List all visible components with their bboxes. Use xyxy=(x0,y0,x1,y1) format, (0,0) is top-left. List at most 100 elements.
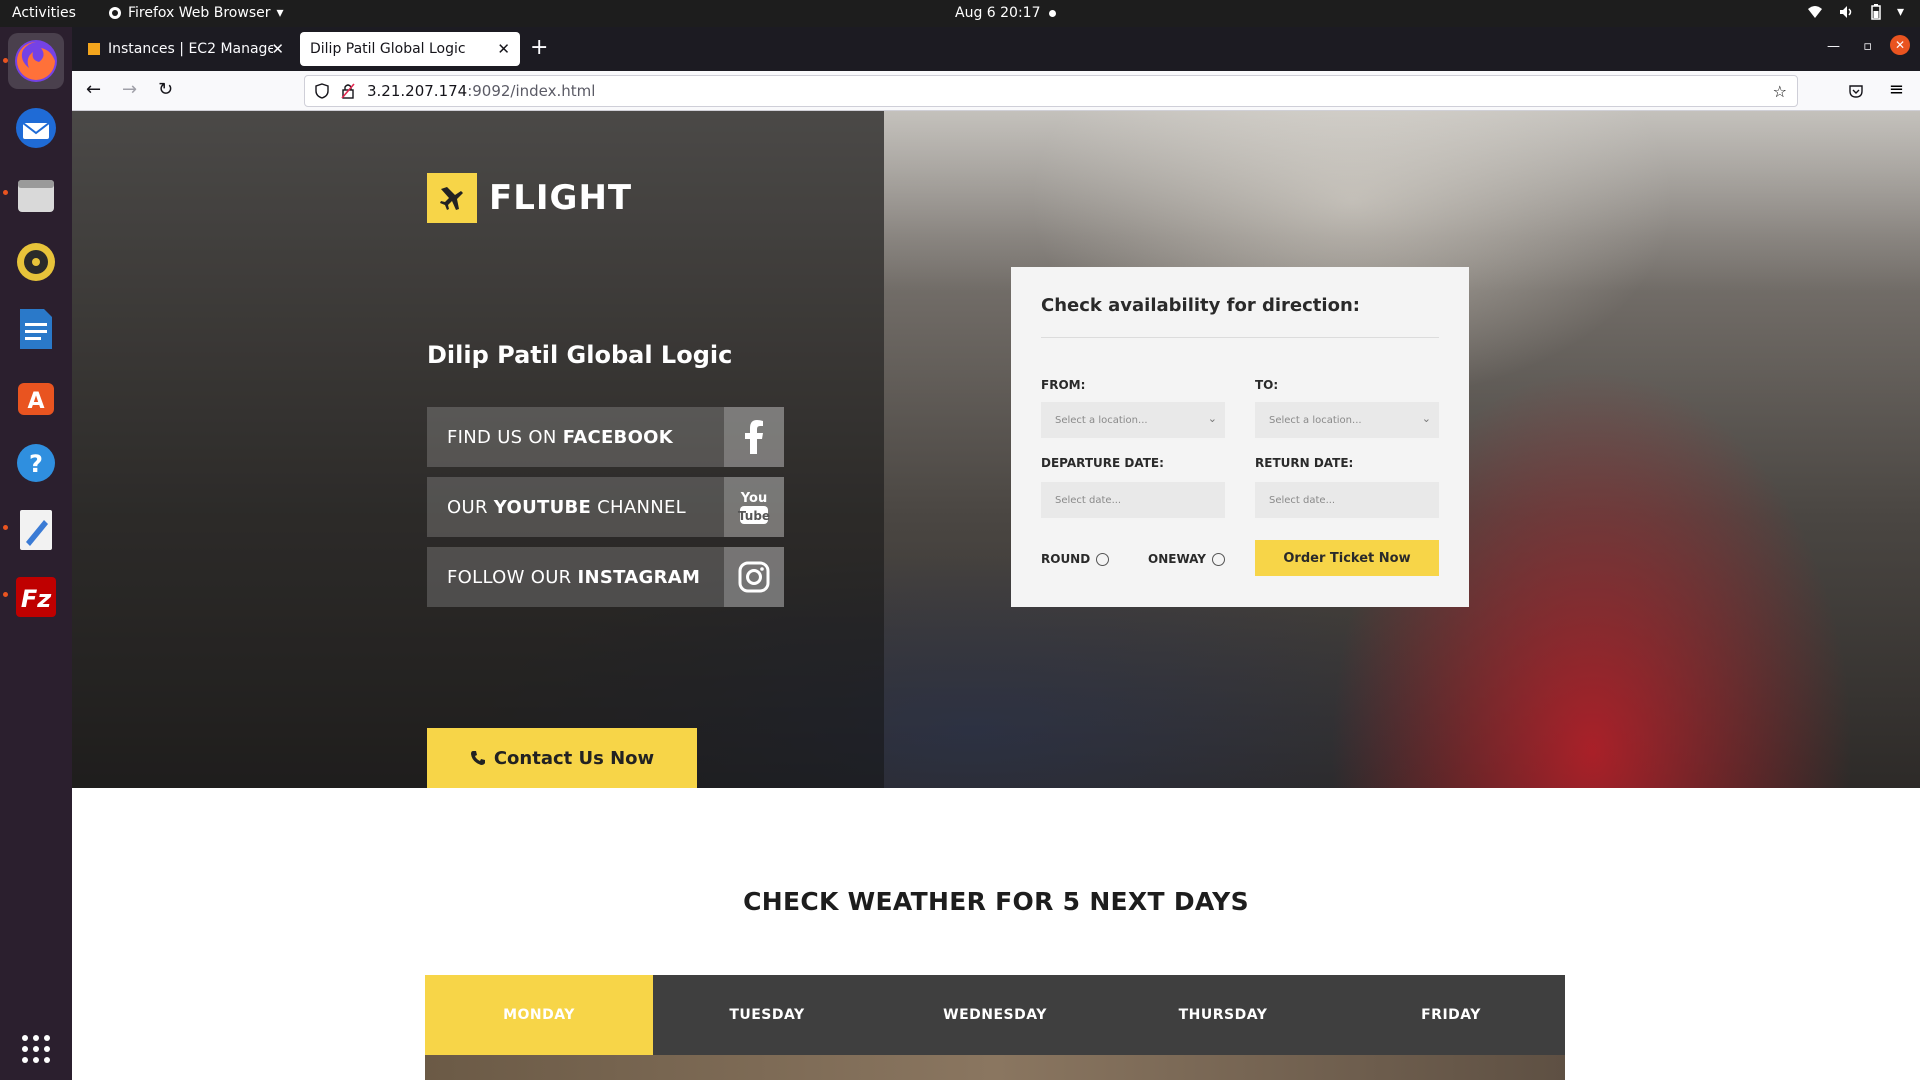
return-date-placeholder: Select date... xyxy=(1269,494,1336,506)
writer-icon xyxy=(20,309,52,349)
contact-us-label: Contact Us Now xyxy=(493,747,655,769)
activities-button[interactable]: Activities xyxy=(12,5,76,21)
chevron-down-icon: ⌄ xyxy=(1207,412,1217,425)
contact-us-button[interactable]: Contact Us Now xyxy=(427,728,697,788)
svg-text:Fz: Fz xyxy=(21,585,52,613)
hamburger-menu-icon[interactable]: ≡ xyxy=(1889,79,1904,100)
return-date-label: RETURN DATE: xyxy=(1255,456,1354,470)
radio-circle xyxy=(1096,552,1110,566)
app-center-icon: A xyxy=(18,383,54,415)
weather-panel-image xyxy=(425,1055,1565,1080)
to-select[interactable]: Select a location... ⌄ xyxy=(1255,402,1439,438)
from-select-value: Select a location... xyxy=(1055,414,1148,426)
weather-heading: CHECK WEATHER FOR 5 NEXT DAYS xyxy=(743,887,1249,916)
browser-tab-bar: Instances | EC2 Managem ✕ Dilip Patil Gl… xyxy=(72,27,1920,71)
battery-icon xyxy=(1871,4,1881,20)
clock[interactable]: Aug 6 20:17 xyxy=(955,5,1056,21)
oneway-label: ONEWAY xyxy=(1148,552,1206,566)
departure-date-input[interactable]: Select date... xyxy=(1041,482,1225,518)
clock-label: Aug 6 20:17 xyxy=(955,5,1041,21)
app-menu[interactable]: Firefox Web Browser ▾ xyxy=(108,5,284,21)
dock-thunderbird[interactable] xyxy=(8,100,64,156)
thunderbird-icon xyxy=(16,108,56,148)
hero-background-image xyxy=(884,111,1920,291)
return-date-input[interactable]: Select date... xyxy=(1255,482,1439,518)
reload-icon[interactable]: ↻ xyxy=(158,79,173,100)
instagram-link[interactable]: FOLLOW OUR INSTAGRAM xyxy=(427,547,784,607)
dock-text-editor[interactable] xyxy=(8,502,64,558)
from-select[interactable]: Select a location... ⌄ xyxy=(1041,402,1225,438)
dock-filezilla[interactable]: Fz xyxy=(8,569,64,625)
tab-thursday[interactable]: THURSDAY xyxy=(1109,975,1337,1055)
svg-text:?: ? xyxy=(29,450,43,478)
site-logo[interactable]: FLIGHT xyxy=(427,173,632,223)
instagram-icon xyxy=(724,547,784,607)
firefox-small-icon xyxy=(109,7,121,19)
pocket-icon[interactable] xyxy=(1848,83,1864,99)
text-editor-icon xyxy=(20,510,52,550)
forward-icon[interactable]: → xyxy=(122,79,137,100)
dock-firefox[interactable] xyxy=(8,33,64,89)
notification-dot xyxy=(1048,9,1056,17)
firefox-icon xyxy=(15,40,57,82)
bookmark-star-icon[interactable]: ☆ xyxy=(1773,82,1787,101)
close-window-icon[interactable]: ✕ xyxy=(1890,35,1910,55)
svg-text:Tube: Tube xyxy=(738,509,770,523)
radio-circle xyxy=(1211,552,1225,566)
system-top-bar: Activities Firefox Web Browser ▾ Aug 6 2… xyxy=(0,0,1920,27)
to-select-value: Select a location... xyxy=(1269,414,1362,426)
weather-tabs: MONDAY TUESDAY WEDNESDAY THURSDAY FRIDAY xyxy=(425,975,1565,1055)
tab-ec2[interactable]: Instances | EC2 Managem ✕ xyxy=(78,32,294,66)
maximize-icon[interactable]: ▫ xyxy=(1863,39,1872,54)
to-label: TO: xyxy=(1255,378,1279,392)
shield-icon xyxy=(315,83,329,99)
url-host: 3.21.207.174 xyxy=(367,82,468,100)
chevron-down-icon: ⌄ xyxy=(1421,412,1431,425)
tab-wednesday[interactable]: WEDNESDAY xyxy=(881,975,1109,1055)
back-icon[interactable]: ← xyxy=(86,79,101,100)
close-icon[interactable]: ✕ xyxy=(497,40,510,58)
dock: A ? Fz xyxy=(0,27,72,1080)
hero-section: FLIGHT Dilip Patil Global Logic FIND US … xyxy=(72,111,1920,788)
tab-tuesday[interactable]: TUESDAY xyxy=(653,975,881,1055)
power-menu-icon: ▾ xyxy=(1896,4,1904,20)
running-indicator xyxy=(3,58,8,63)
tab-monday[interactable]: MONDAY xyxy=(425,975,653,1055)
dock-help[interactable]: ? xyxy=(8,435,64,491)
dock-show-apps[interactable] xyxy=(8,1021,64,1077)
running-indicator xyxy=(3,525,8,530)
rhythmbox-icon xyxy=(17,243,55,281)
insecure-lock-icon xyxy=(341,83,355,99)
new-tab-button[interactable]: + xyxy=(530,37,548,59)
oneway-radio[interactable]: ONEWAY xyxy=(1148,552,1225,566)
svg-text:A: A xyxy=(27,389,44,414)
files-icon xyxy=(18,180,54,212)
youtube-icon: You Tube xyxy=(724,477,784,537)
from-label: FROM: xyxy=(1041,378,1086,392)
divider xyxy=(1041,337,1439,338)
dock-app-center[interactable]: A xyxy=(8,368,64,424)
facebook-link[interactable]: FIND US ON FACEBOOK xyxy=(427,407,784,467)
tab-dilip-patil[interactable]: Dilip Patil Global Logic ✕ xyxy=(300,32,520,66)
url-bar[interactable]: 3.21.207.174 :9092/index.html ☆ xyxy=(304,75,1798,107)
running-indicator xyxy=(3,190,8,195)
app-menu-label: Firefox Web Browser xyxy=(128,5,271,21)
help-icon: ? xyxy=(17,444,55,482)
minimize-icon[interactable]: — xyxy=(1827,39,1840,54)
url-path: :9092/index.html xyxy=(467,82,596,100)
chevron-down-icon: ▾ xyxy=(276,5,284,21)
web-page: FLIGHT Dilip Patil Global Logic FIND US … xyxy=(72,111,1920,1080)
booking-title: Check availability for direction: xyxy=(1041,295,1360,316)
system-tray[interactable]: ▾ xyxy=(1807,4,1904,20)
order-ticket-button[interactable]: Order Ticket Now xyxy=(1255,540,1439,576)
tab-friday[interactable]: FRIDAY xyxy=(1337,975,1565,1055)
close-icon[interactable]: ✕ xyxy=(271,40,284,58)
instagram-link-label: FOLLOW OUR INSTAGRAM xyxy=(447,566,701,588)
dock-writer[interactable] xyxy=(8,301,64,357)
site-title: Dilip Patil Global Logic xyxy=(427,341,733,369)
round-label: ROUND xyxy=(1041,552,1091,566)
youtube-link[interactable]: OUR YOUTUBE CHANNEL You Tube xyxy=(427,477,784,537)
dock-files[interactable] xyxy=(8,167,64,223)
dock-rhythmbox[interactable] xyxy=(8,234,64,290)
round-trip-radio[interactable]: ROUND xyxy=(1041,552,1110,566)
